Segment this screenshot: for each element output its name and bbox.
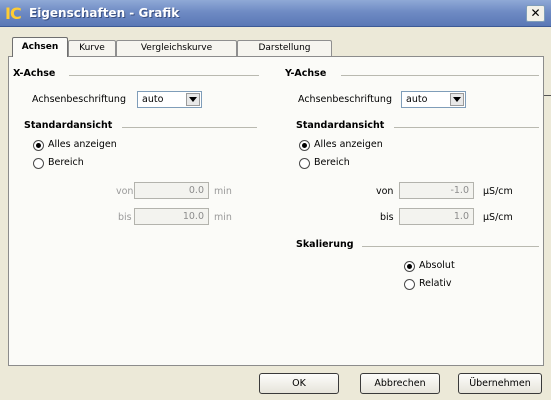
title-bar[interactable]: IC Eigenschaften - Grafik ✕ [0, 0, 551, 27]
x-to-unit: min [214, 212, 232, 223]
chevron-down-icon[interactable] [450, 93, 464, 106]
x-range-label: Bereich [48, 157, 84, 168]
x-range-radio[interactable] [33, 158, 44, 169]
scaling-divider [362, 246, 539, 247]
x-axis-label-caption: Achsenbeschriftung [32, 94, 126, 105]
y-axis-label-caption: Achsenbeschriftung [298, 94, 392, 105]
x-show-all-radio[interactable] [33, 140, 44, 151]
chevron-down-icon[interactable] [186, 93, 200, 106]
tab-darstellung[interactable]: Darstellung [237, 40, 332, 56]
y-axis-label-value: auto [406, 94, 428, 105]
tab-kurve[interactable]: Kurve [68, 40, 116, 56]
y-show-all-label: Alles anzeigen [314, 139, 383, 150]
y-to-label: bis [380, 212, 394, 223]
y-to-input[interactable]: 1.0 [399, 208, 474, 225]
scaling-relative-label: Relativ [419, 278, 452, 289]
x-axis-divider [69, 75, 259, 76]
apply-button[interactable]: Übernehmen [458, 373, 542, 394]
x-axis-label-value: auto [142, 94, 164, 105]
close-button[interactable]: ✕ [526, 5, 545, 22]
x-show-all-label: Alles anzeigen [48, 139, 117, 150]
app-logo-icon: IC [5, 4, 22, 23]
tab-panel-achsen: X-Achse Achsenbeschriftung auto Standard… [8, 56, 544, 366]
tab-vergleichskurve[interactable]: Vergleichskurve [116, 40, 237, 56]
y-axis-section-title: Y-Achse [285, 68, 327, 79]
x-standard-view-divider [122, 127, 257, 128]
properties-dialog: IC Eigenschaften - Grafik ✕ Achsen Kurve… [0, 0, 551, 400]
y-from-input[interactable]: -1.0 [399, 182, 474, 199]
y-standard-view-title: Standardansicht [296, 120, 385, 131]
y-axis-label-dropdown[interactable]: auto [401, 91, 466, 108]
scaling-absolute-label: Absolut [419, 260, 455, 271]
x-from-input[interactable]: 0.0 [134, 182, 209, 199]
x-axis-label-dropdown[interactable]: auto [137, 91, 202, 108]
y-range-radio[interactable] [299, 158, 310, 169]
y-to-unit: µS/cm [483, 212, 513, 223]
scaling-relative-radio[interactable] [404, 279, 415, 290]
y-axis-divider [341, 75, 539, 76]
y-from-unit: µS/cm [483, 186, 513, 197]
y-standard-view-divider [394, 127, 539, 128]
x-to-label: bis [118, 212, 132, 223]
y-range-label: Bereich [314, 157, 350, 168]
scaling-section-title: Skalierung [296, 239, 354, 250]
y-show-all-radio[interactable] [299, 140, 310, 151]
x-standard-view-title: Standardansicht [24, 120, 113, 131]
x-from-label: von [116, 186, 134, 197]
tab-achsen[interactable]: Achsen [12, 37, 68, 57]
scaling-absolute-radio[interactable] [404, 261, 415, 272]
y-from-label: von [376, 186, 394, 197]
cancel-button[interactable]: Abbrechen [360, 373, 440, 394]
window-title: Eigenschaften - Grafik [29, 6, 180, 20]
x-from-unit: min [214, 186, 232, 197]
ok-button[interactable]: OK [259, 373, 339, 394]
x-to-input[interactable]: 10.0 [134, 208, 209, 225]
x-axis-section-title: X-Achse [13, 68, 56, 79]
